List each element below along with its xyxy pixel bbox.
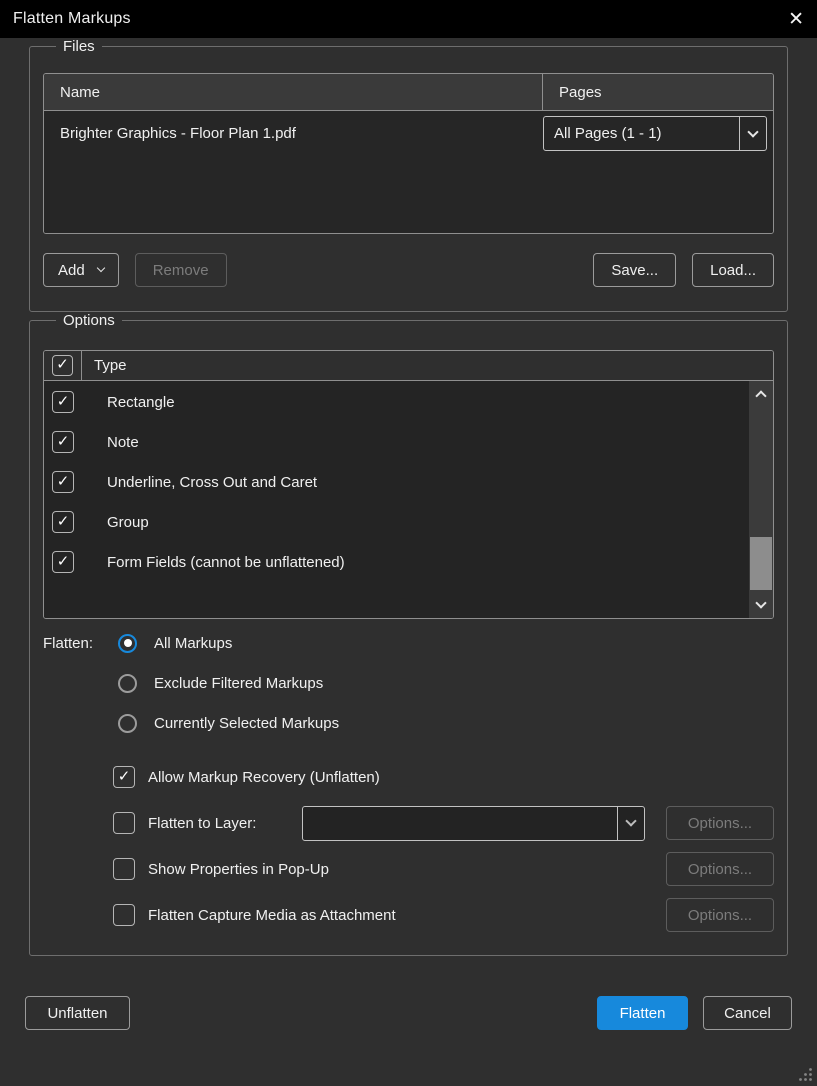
- radio-currently-selected[interactable]: [118, 714, 137, 733]
- column-header-name[interactable]: Name: [44, 74, 543, 110]
- group-checkbox[interactable]: ✓: [52, 511, 74, 533]
- row-show-properties: Show Properties in Pop-Up Options...: [43, 849, 774, 889]
- type-column-header[interactable]: Type: [94, 357, 127, 374]
- radio-label: Currently Selected Markups: [154, 715, 339, 732]
- flatten-options-rows: ✓ Allow Markup Recovery (Unflatten) Flat…: [43, 757, 774, 955]
- close-icon[interactable]: ✕: [788, 10, 804, 29]
- show-properties-label: Show Properties in Pop-Up: [148, 861, 329, 878]
- load-button[interactable]: Load...: [692, 253, 774, 287]
- scrollbar[interactable]: [749, 381, 773, 618]
- radio-row-exclude-filtered: Exclude Filtered Markups: [43, 663, 774, 703]
- select-all-checkbox[interactable]: ✓: [52, 355, 73, 376]
- type-list-body: ✓ Rectangle ✓ Note ✓ Underline, Cross Ou…: [44, 381, 773, 618]
- check-icon: ✓: [57, 514, 70, 529]
- dialog-footer: Unflatten Flatten Cancel: [25, 996, 792, 1030]
- check-icon: ✓: [57, 394, 70, 409]
- spacer: [243, 253, 578, 287]
- layer-options-button[interactable]: Options...: [666, 806, 774, 840]
- divider: [81, 351, 82, 380]
- radio-all-markups[interactable]: [118, 634, 137, 653]
- flatten-choice-group: Flatten: All Markups Exclude Filtered Ma…: [43, 623, 774, 743]
- type-row-note[interactable]: ✓ Note: [44, 422, 773, 462]
- chevron-down-icon[interactable]: [617, 807, 644, 840]
- popup-options-button[interactable]: Options...: [666, 852, 774, 886]
- form-fields-checkbox[interactable]: ✓: [52, 551, 74, 573]
- files-button-row: Add Remove Save... Load...: [43, 253, 774, 287]
- chevron-down-icon[interactable]: [739, 117, 766, 150]
- check-icon: ✓: [57, 434, 70, 449]
- type-list-header: ✓ Type: [44, 351, 773, 381]
- files-table: Name Pages Brighter Graphics - Floor Pla…: [43, 73, 774, 234]
- files-group: Files Name Pages Brighter Graphics - Flo…: [29, 38, 788, 312]
- check-icon: ✓: [57, 554, 70, 569]
- type-row-label: Note: [107, 434, 139, 451]
- options-group: Options ✓ Type ✓ Rectangle ✓ Note ✓ Unde…: [29, 312, 788, 956]
- radio-row-all-markups: Flatten: All Markups: [43, 623, 774, 663]
- type-row-label: Rectangle: [107, 394, 175, 411]
- files-table-body: Brighter Graphics - Floor Plan 1.pdf All…: [44, 111, 773, 233]
- allow-recovery-label: Allow Markup Recovery (Unflatten): [148, 769, 380, 786]
- flatten-to-layer-checkbox[interactable]: [113, 812, 135, 834]
- dialog-title: Flatten Markups: [13, 10, 131, 28]
- markup-type-list: ✓ Type ✓ Rectangle ✓ Note ✓ Underline, C…: [43, 350, 774, 619]
- file-name: Brighter Graphics - Floor Plan 1.pdf: [44, 125, 543, 142]
- type-row-label: Form Fields (cannot be unflattened): [107, 554, 345, 571]
- type-row-underline[interactable]: ✓ Underline, Cross Out and Caret: [44, 462, 773, 502]
- check-icon: ✓: [57, 474, 70, 489]
- capture-media-label: Flatten Capture Media as Attachment: [148, 907, 396, 924]
- allow-recovery-checkbox[interactable]: ✓: [113, 766, 135, 788]
- show-properties-checkbox[interactable]: [113, 858, 135, 880]
- capture-media-checkbox[interactable]: [113, 904, 135, 926]
- scrollbar-thumb[interactable]: [750, 537, 772, 590]
- file-pages-cell: All Pages (1 - 1): [543, 116, 773, 151]
- row-flatten-to-layer: Flatten to Layer: Options...: [43, 803, 774, 843]
- options-legend: Options: [56, 312, 122, 329]
- flatten-caption: Flatten:: [43, 635, 118, 652]
- row-allow-markup-recovery: ✓ Allow Markup Recovery (Unflatten): [43, 757, 774, 797]
- type-row-group[interactable]: ✓ Group: [44, 502, 773, 542]
- add-button[interactable]: Add: [43, 253, 119, 287]
- resize-grip-icon[interactable]: [796, 1065, 814, 1083]
- layer-dropdown[interactable]: [302, 806, 645, 841]
- type-row-rectangle[interactable]: ✓ Rectangle: [44, 382, 773, 422]
- underline-checkbox[interactable]: ✓: [52, 471, 74, 493]
- files-table-header: Name Pages: [44, 74, 773, 111]
- layer-dropdown-value: [303, 807, 617, 840]
- cancel-button[interactable]: Cancel: [703, 996, 792, 1030]
- flatten-to-layer-label: Flatten to Layer:: [148, 815, 256, 832]
- radio-row-currently-selected: Currently Selected Markups: [43, 703, 774, 743]
- capture-options-button[interactable]: Options...: [666, 898, 774, 932]
- files-legend: Files: [56, 38, 102, 55]
- rectangle-checkbox[interactable]: ✓: [52, 391, 74, 413]
- check-icon: ✓: [118, 769, 131, 784]
- unflatten-button[interactable]: Unflatten: [25, 996, 130, 1030]
- type-row-label: Group: [107, 514, 149, 531]
- flatten-button[interactable]: Flatten: [597, 996, 688, 1030]
- radio-label: All Markups: [154, 635, 232, 652]
- file-row[interactable]: Brighter Graphics - Floor Plan 1.pdf All…: [44, 115, 773, 152]
- type-row-label: Underline, Cross Out and Caret: [107, 474, 317, 491]
- flatten-markups-dialog: Flatten Markups ✕ Files Name Pages Brigh…: [0, 0, 817, 1030]
- add-button-label: Add: [58, 262, 85, 279]
- check-icon: ✓: [56, 357, 69, 372]
- note-checkbox[interactable]: ✓: [52, 431, 74, 453]
- pages-dropdown[interactable]: All Pages (1 - 1): [543, 116, 767, 151]
- row-capture-media: Flatten Capture Media as Attachment Opti…: [43, 895, 774, 935]
- scroll-down-icon[interactable]: [749, 594, 773, 616]
- radio-label: Exclude Filtered Markups: [154, 675, 323, 692]
- chevron-down-icon: [96, 264, 104, 272]
- radio-exclude-filtered[interactable]: [118, 674, 137, 693]
- remove-button[interactable]: Remove: [135, 253, 227, 287]
- pages-dropdown-value: All Pages (1 - 1): [544, 117, 739, 150]
- column-header-pages[interactable]: Pages: [543, 74, 773, 110]
- title-bar: Flatten Markups ✕: [0, 0, 817, 38]
- scroll-up-icon[interactable]: [749, 383, 773, 405]
- save-button[interactable]: Save...: [593, 253, 676, 287]
- type-row-form-fields[interactable]: ✓ Form Fields (cannot be unflattened): [44, 542, 773, 582]
